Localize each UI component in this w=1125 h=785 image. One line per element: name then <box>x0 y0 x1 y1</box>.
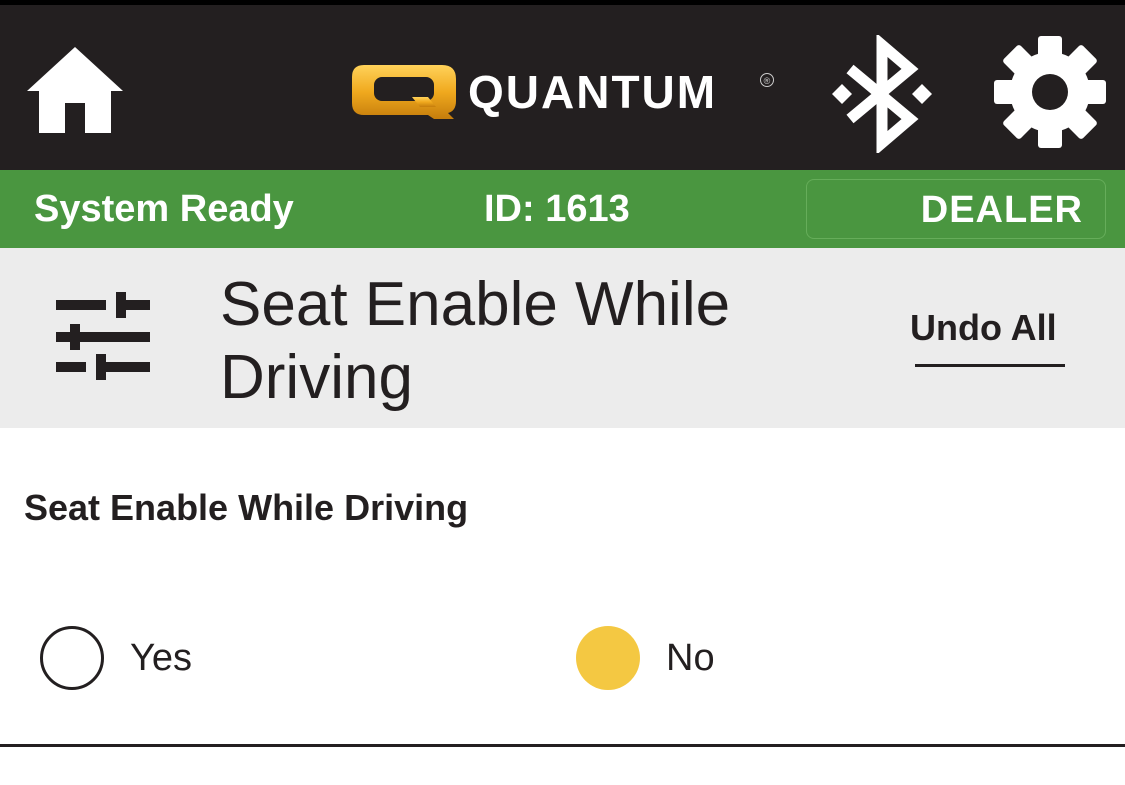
quantum-q-logo-icon <box>350 63 460 121</box>
radio-option-yes[interactable]: Yes <box>40 624 240 692</box>
radio-label-yes: Yes <box>130 637 192 679</box>
radio-button-unselected[interactable] <box>40 626 104 690</box>
radio-label-no: No <box>666 637 715 679</box>
registered-mark: ® <box>760 73 774 87</box>
sliders-icon <box>56 292 150 384</box>
dealer-mode-button[interactable]: DEALER <box>806 179 1106 239</box>
dealer-mode-label: DEALER <box>920 189 1083 231</box>
gear-icon[interactable] <box>993 35 1107 149</box>
home-icon[interactable] <box>25 45 125 135</box>
device-id-text: ID: 1613 <box>484 188 630 230</box>
undo-all-underline <box>915 364 1065 367</box>
radio-option-no[interactable]: No <box>576 624 776 692</box>
panel-header: Seat Enable While Driving Undo All <box>0 248 1125 428</box>
app-screen: QUANTUM ® System Ready ID: 1613 DEALER S… <box>0 0 1125 785</box>
setting-label: Seat Enable While Driving <box>24 487 469 528</box>
brand-name: QUANTUM <box>468 66 718 118</box>
top-bar: QUANTUM ® <box>0 0 1125 170</box>
page-title: Seat Enable While Driving <box>220 270 731 412</box>
system-status-text: System Ready <box>34 188 294 230</box>
bluetooth-icon[interactable] <box>828 33 936 155</box>
undo-all-button[interactable]: Undo All <box>906 304 1072 370</box>
section-divider <box>0 744 1125 747</box>
status-bar: System Ready ID: 1613 DEALER <box>0 170 1125 248</box>
radio-button-selected[interactable] <box>576 626 640 690</box>
quantum-logo: QUANTUM ® <box>350 63 780 123</box>
undo-all-label: Undo All <box>910 307 1057 348</box>
